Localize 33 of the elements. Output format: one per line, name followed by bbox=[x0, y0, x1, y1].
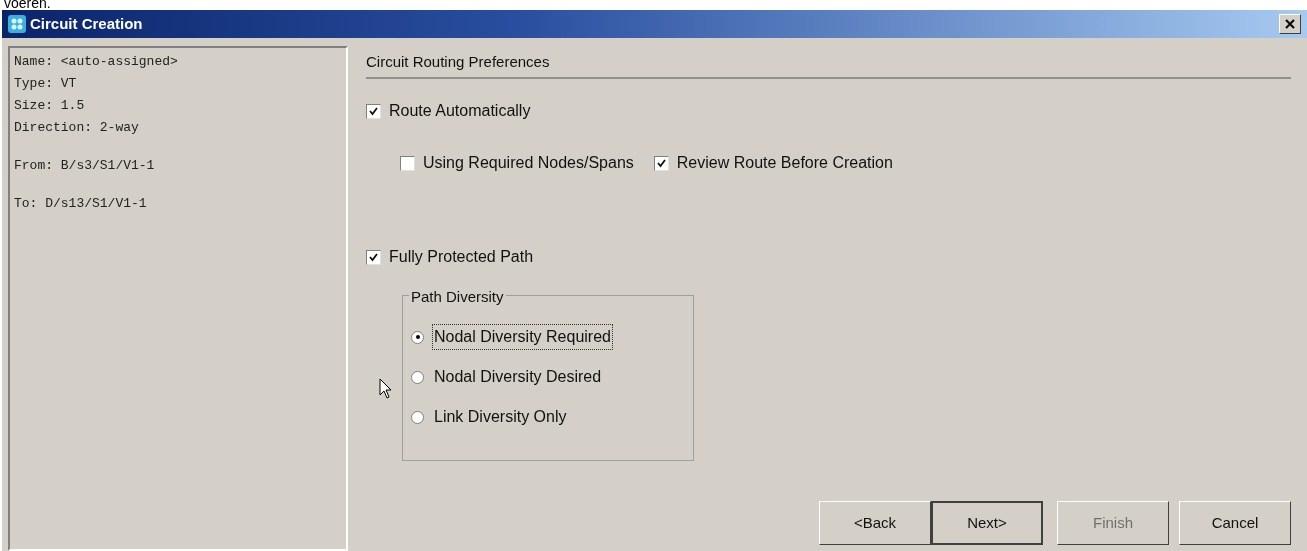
summary-line: From: B/s3/S1/V1-1 bbox=[14, 158, 156, 174]
radio-label: Nodal Diversity Desired bbox=[433, 367, 603, 387]
radio-label: Nodal Diversity Required bbox=[432, 324, 613, 350]
summary-line: Direction: 2-way bbox=[14, 120, 140, 136]
checkbox[interactable] bbox=[400, 155, 415, 171]
checkbox-label: Using Required Nodes/Spans bbox=[423, 153, 634, 173]
checkbox-label: Fully Protected Path bbox=[389, 247, 534, 267]
checkbox[interactable] bbox=[653, 155, 669, 171]
summary-line: To: D/s13/S1/V1-1 bbox=[14, 196, 148, 212]
radio-button[interactable] bbox=[411, 330, 424, 344]
dialog-button[interactable]: Cancel bbox=[1179, 501, 1291, 545]
radio-label: Link Diversity Only bbox=[433, 407, 568, 427]
dialog-button[interactable]: Next> bbox=[931, 501, 1043, 545]
checkmark-icon bbox=[655, 157, 667, 169]
summary-line: Size: 1.5 bbox=[14, 98, 86, 114]
summary-line: Name: <auto-assigned> bbox=[14, 54, 179, 70]
app-icon bbox=[8, 15, 26, 33]
page-text: voeren. bbox=[4, 0, 51, 10]
window-title: Circuit Creation bbox=[30, 13, 143, 34]
dialog-button[interactable]: <Back bbox=[819, 501, 931, 545]
checkbox[interactable] bbox=[366, 249, 381, 265]
mouse-cursor-icon bbox=[379, 378, 393, 400]
radio-button[interactable] bbox=[411, 410, 424, 424]
radio-button[interactable] bbox=[411, 370, 424, 384]
checkbox-label: Review Route Before Creation bbox=[676, 153, 893, 173]
checkbox[interactable] bbox=[366, 103, 381, 119]
summary-line: Type: VT bbox=[14, 76, 78, 92]
checkmark-icon bbox=[368, 251, 379, 263]
close-button[interactable] bbox=[1279, 14, 1301, 34]
checkmark-icon bbox=[368, 105, 379, 117]
section-title: Circuit Routing Preferences bbox=[366, 53, 550, 70]
close-icon bbox=[1285, 19, 1295, 29]
checkbox-label: Route Automatically bbox=[389, 101, 531, 121]
